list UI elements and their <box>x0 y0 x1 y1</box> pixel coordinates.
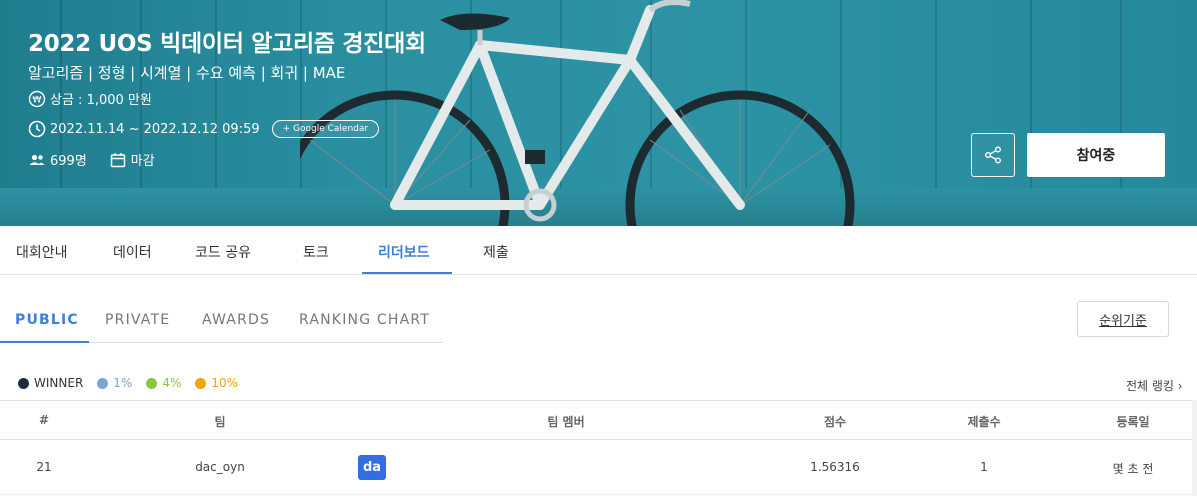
top-4-dot <box>146 377 158 389</box>
tab-code-share[interactable]: 코드 공유 <box>195 242 251 262</box>
ranking-criteria-button[interactable]: 순위기준 <box>1077 301 1169 337</box>
tab-public[interactable]: PUBLIC <box>15 312 79 328</box>
column-team-members: 팀 멤버 <box>547 415 585 429</box>
clock-icon <box>28 120 46 138</box>
active-subtab-indicator <box>0 341 89 343</box>
main-tab-bar: 대회안내 데이터 코드 공유 토크 리더보드 제출 <box>0 226 1197 275</box>
tab-leaderboard[interactable]: 리더보드 <box>378 242 430 262</box>
legend-top-10: 10% <box>195 376 238 390</box>
tab-submit[interactable]: 제출 <box>483 242 509 262</box>
leaderboard-header: # 팀 팀 멤버 점수 제출수 등록일 <box>0 400 1192 440</box>
table-row[interactable]: 21 dac_oyn da 1.56316 1 몇 초 전 <box>0 441 1192 495</box>
column-registered: 등록일 <box>1116 415 1150 429</box>
row-registered: 몇 초 전 <box>1112 462 1154 476</box>
row-team-name[interactable]: dac_oyn <box>195 460 245 474</box>
google-calendar-button[interactable]: + Google Calendar <box>271 120 380 138</box>
tab-awards[interactable]: AWARDS <box>202 312 270 328</box>
legend-top-4: 4% <box>146 376 181 390</box>
legend-label: 4% <box>162 376 182 390</box>
rank-legend: WINNER 1% 4% 10% <box>18 376 252 390</box>
legend-top-1: 1% <box>97 376 132 390</box>
legend-label: WINNER <box>34 376 84 390</box>
prize-row: ₩ 상금 : 1,000 만원 <box>28 89 152 108</box>
tab-talk[interactable]: 토크 <box>303 242 329 262</box>
column-score: 점수 <box>823 415 847 429</box>
legend-label: 1% <box>113 376 133 390</box>
top-10-dot <box>195 377 207 389</box>
won-coin-icon: ₩ <box>28 90 46 107</box>
join-button[interactable]: 참여중 <box>1027 133 1165 177</box>
top-1-dot <box>97 377 109 389</box>
row-submissions: 1 <box>980 460 988 474</box>
competition-status: 마감 <box>130 154 155 169</box>
active-tab-indicator <box>362 272 452 274</box>
status-group: 마감 <box>109 150 155 169</box>
tab-overview[interactable]: 대회안내 <box>16 242 68 262</box>
competition-title: 2022 UOS 빅데이터 알고리즘 경진대회 <box>28 31 426 57</box>
calendar-icon <box>110 152 126 167</box>
tab-private[interactable]: PRIVATE <box>105 312 170 328</box>
competition-period: 2022.11.14 ~ 2022.12.12 09:59 <box>50 121 260 137</box>
full-ranking-link[interactable]: 전체 랭킹 › <box>1126 377 1183 394</box>
people-icon <box>29 154 45 165</box>
meta-row: 699명 마감 <box>28 150 155 169</box>
prize-amount: 상금 : 1,000 만원 <box>50 93 152 108</box>
legend-label: 10% <box>211 376 239 390</box>
scrollbar-track[interactable] <box>1192 400 1197 496</box>
row-score: 1.56316 <box>810 460 860 474</box>
leaderboard-tab-bar: PUBLIC PRIVATE AWARDS RANKING CHART <box>0 300 443 343</box>
tab-data[interactable]: 데이터 <box>113 242 152 262</box>
column-submissions: 제출수 <box>967 415 1001 429</box>
row-rank: 21 <box>36 460 52 474</box>
period-row: 2022.11.14 ~ 2022.12.12 09:59 + Google C… <box>28 120 380 138</box>
svg-text:₩: ₩ <box>33 95 42 105</box>
column-rank: # <box>38 413 50 427</box>
winner-dot <box>18 377 29 389</box>
column-team: 팀 <box>214 415 226 429</box>
share-icon <box>985 146 1001 164</box>
member-avatar[interactable]: da <box>358 455 386 480</box>
tab-ranking-chart[interactable]: RANKING CHART <box>299 312 430 328</box>
competition-tags: 알고리즘 | 정형 | 시계열 | 수요 예측 | 회귀 | MAE <box>28 64 346 82</box>
participant-count: 699명 <box>50 154 87 169</box>
share-button[interactable] <box>971 133 1015 177</box>
legend-winner: WINNER <box>18 376 83 390</box>
